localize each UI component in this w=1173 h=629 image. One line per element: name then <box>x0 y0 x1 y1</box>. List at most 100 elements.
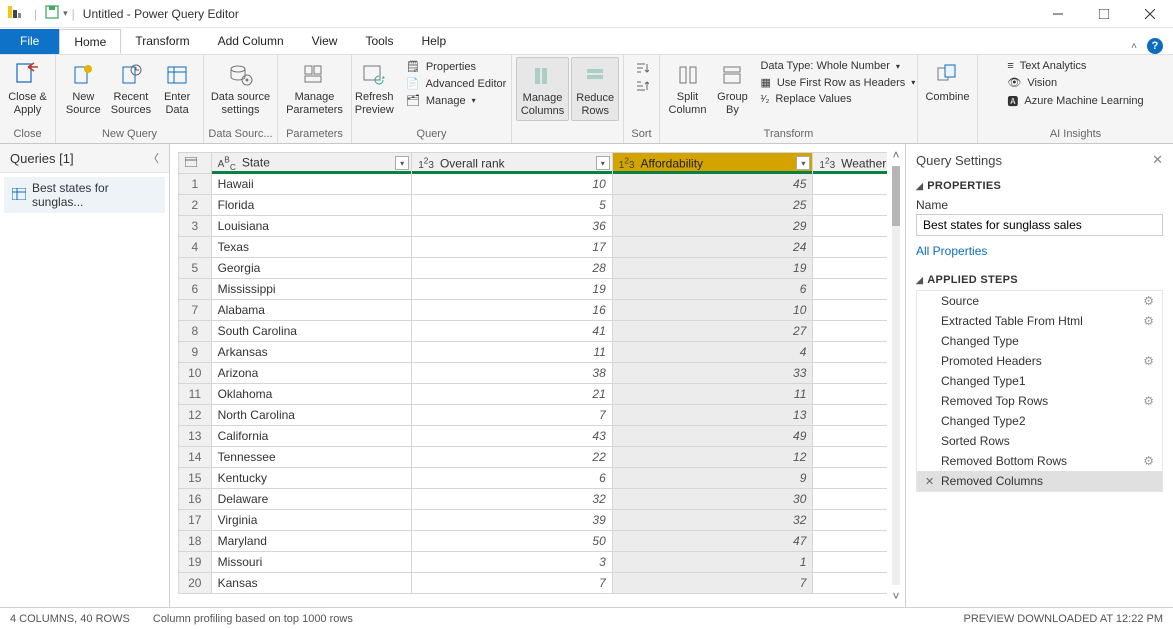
enter-data-button[interactable]: Enter Data <box>157 57 197 119</box>
cell-state[interactable]: Alabama <box>211 300 412 321</box>
cell-rank[interactable]: 6 <box>412 468 613 489</box>
cell-weather[interactable]: 3 <box>813 216 887 237</box>
cell-weather[interactable]: 14 <box>813 447 887 468</box>
cell-affordability[interactable]: 45 <box>612 174 813 195</box>
cell-rank[interactable]: 19 <box>412 279 613 300</box>
manage-columns-button[interactable]: Manage Columns <box>516 57 569 121</box>
table-row[interactable]: 15Kentucky6915 <box>179 468 888 489</box>
row-number[interactable]: 17 <box>179 510 212 531</box>
cell-rank[interactable]: 5 <box>412 195 613 216</box>
cell-affordability[interactable]: 10 <box>612 300 813 321</box>
table-row[interactable]: 12North Carolina71312 <box>179 405 888 426</box>
table-row[interactable]: 10Arizona383310 <box>179 363 888 384</box>
manage-parameters-button[interactable]: Manage Parameters <box>282 57 347 119</box>
cell-affordability[interactable]: 27 <box>612 321 813 342</box>
table-row[interactable]: 20Kansas7720 <box>179 573 888 594</box>
row-number[interactable]: 7 <box>179 300 212 321</box>
cell-affordability[interactable]: 13 <box>612 405 813 426</box>
cell-rank[interactable]: 36 <box>412 216 613 237</box>
cell-state[interactable]: Louisiana <box>211 216 412 237</box>
table-row[interactable]: 2Florida5252 <box>179 195 888 216</box>
advanced-editor-button[interactable]: 📄Advanced Editor <box>402 76 510 91</box>
tab-transform[interactable]: Transform <box>121 29 203 54</box>
row-number[interactable]: 6 <box>179 279 212 300</box>
tab-file[interactable]: File <box>0 29 59 54</box>
col-header-affordability[interactable]: 123Affordability▾ <box>612 153 813 174</box>
new-source-button[interactable]: New Source <box>62 57 105 119</box>
cell-rank[interactable]: 11 <box>412 342 613 363</box>
table-row[interactable]: 17Virginia393217 <box>179 510 888 531</box>
table-row[interactable]: 13California434913 <box>179 426 888 447</box>
scroll-down-icon[interactable]: ˅ <box>892 589 899 603</box>
applied-step[interactable]: Changed Type <box>917 331 1162 351</box>
applied-step[interactable]: Sorted Rows <box>917 431 1162 451</box>
minimize-button[interactable] <box>1035 0 1081 28</box>
applied-steps-heading[interactable]: ◢APPLIED STEPS <box>916 274 1163 286</box>
applied-step[interactable]: Promoted Headers⚙ <box>917 351 1162 371</box>
properties-button[interactable]: 🗒Properties <box>402 59 510 74</box>
cell-rank[interactable]: 28 <box>412 258 613 279</box>
cell-weather[interactable]: 8 <box>813 321 887 342</box>
cell-weather[interactable]: 10 <box>813 363 887 384</box>
row-number[interactable]: 13 <box>179 426 212 447</box>
cell-affordability[interactable]: 9 <box>612 468 813 489</box>
cell-state[interactable]: North Carolina <box>211 405 412 426</box>
cell-rank[interactable]: 32 <box>412 489 613 510</box>
scrollbar-thumb[interactable] <box>892 166 900 226</box>
row-number[interactable]: 19 <box>179 552 212 573</box>
cell-rank[interactable]: 10 <box>412 174 613 195</box>
cell-affordability[interactable]: 30 <box>612 489 813 510</box>
recent-sources-button[interactable]: Recent Sources <box>107 57 155 119</box>
cell-affordability[interactable]: 47 <box>612 531 813 552</box>
row-number[interactable]: 9 <box>179 342 212 363</box>
cell-rank[interactable]: 43 <box>412 426 613 447</box>
row-number[interactable]: 20 <box>179 573 212 594</box>
collapse-pane-icon[interactable]: 〈 <box>148 150 159 166</box>
data-type-button[interactable]: Data Type: Whole Number▾ <box>756 59 910 73</box>
reduce-rows-button[interactable]: Reduce Rows <box>571 57 619 121</box>
first-row-headers-button[interactable]: ▦Use First Row as Headers▾ <box>756 75 910 90</box>
applied-step[interactable]: Changed Type1 <box>917 371 1162 391</box>
cell-weather[interactable]: 6 <box>813 279 887 300</box>
cell-state[interactable]: Maryland <box>211 531 412 552</box>
applied-step[interactable]: Extracted Table From Html⚙ <box>917 311 1162 331</box>
rownum-header[interactable] <box>179 153 212 174</box>
close-button[interactable] <box>1127 0 1173 28</box>
cell-state[interactable]: Tennessee <box>211 447 412 468</box>
col-header-state[interactable]: ABCState▾ <box>211 153 412 174</box>
row-number[interactable]: 10 <box>179 363 212 384</box>
cell-weather[interactable]: 7 <box>813 300 887 321</box>
sort-asc-button[interactable] <box>631 59 653 75</box>
cell-state[interactable]: Florida <box>211 195 412 216</box>
cell-affordability[interactable]: 7 <box>612 573 813 594</box>
table-row[interactable]: 9Arkansas1149 <box>179 342 888 363</box>
cell-state[interactable]: Georgia <box>211 258 412 279</box>
cell-weather[interactable]: 18 <box>813 531 887 552</box>
replace-values-button[interactable]: ¹⁄₂Replace Values <box>756 92 910 106</box>
row-number[interactable]: 11 <box>179 384 212 405</box>
cell-rank[interactable]: 38 <box>412 363 613 384</box>
applied-step[interactable]: Changed Type2 <box>917 411 1162 431</box>
vision-button[interactable]: 👁Vision <box>1003 75 1147 90</box>
cell-rank[interactable]: 39 <box>412 510 613 531</box>
cell-rank[interactable]: 16 <box>412 300 613 321</box>
cell-weather[interactable]: 1 <box>813 174 887 195</box>
cell-affordability[interactable]: 24 <box>612 237 813 258</box>
table-row[interactable]: 4Texas17244 <box>179 237 888 258</box>
table-row[interactable]: 11Oklahoma211111 <box>179 384 888 405</box>
cell-weather[interactable]: 17 <box>813 510 887 531</box>
cell-weather[interactable]: 5 <box>813 258 887 279</box>
cell-affordability[interactable]: 49 <box>612 426 813 447</box>
row-number[interactable]: 3 <box>179 216 212 237</box>
cell-weather[interactable]: 13 <box>813 426 887 447</box>
cell-affordability[interactable]: 33 <box>612 363 813 384</box>
col-header-weather[interactable]: 123Weather▾ <box>813 153 887 174</box>
cell-rank[interactable]: 7 <box>412 405 613 426</box>
cell-state[interactable]: Arizona <box>211 363 412 384</box>
cell-weather[interactable]: 2 <box>813 195 887 216</box>
ribbon-collapse-icon[interactable]: ˄ <box>1131 41 1137 52</box>
cell-weather[interactable]: 4 <box>813 237 887 258</box>
properties-heading[interactable]: ◢PROPERTIES <box>916 180 1163 192</box>
save-icon[interactable] <box>45 5 59 22</box>
tab-home[interactable]: Home <box>59 29 121 54</box>
